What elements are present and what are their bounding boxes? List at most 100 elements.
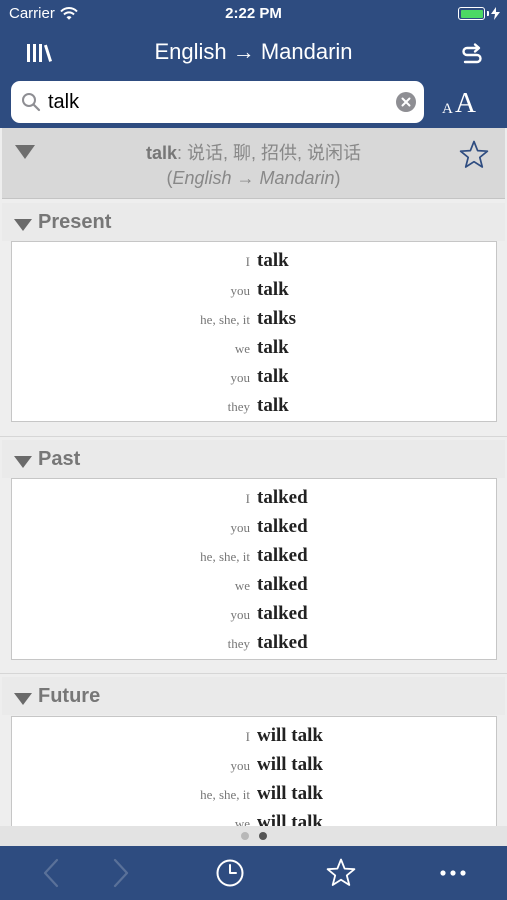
history-button[interactable] xyxy=(214,857,246,889)
paren-close: ) xyxy=(334,168,341,188)
font-size-small-glyph: A xyxy=(442,101,453,117)
verb-form: talk xyxy=(257,337,289,358)
search-input[interactable] xyxy=(48,85,388,119)
back-button[interactable] xyxy=(36,857,68,889)
verb-form: will talk xyxy=(257,783,323,804)
verb-form: talked xyxy=(257,632,308,653)
verb-form: talks xyxy=(257,308,297,329)
history-clock-icon xyxy=(216,859,244,887)
verb-form: will talk xyxy=(257,754,323,775)
pronoun: they xyxy=(227,636,250,651)
status-bar: Carrier 2:22 PM xyxy=(0,0,507,28)
verb-form: talked xyxy=(257,545,308,566)
pronoun: I xyxy=(245,491,250,506)
swap-direction-icon xyxy=(462,43,482,64)
pronoun: we xyxy=(234,578,250,593)
table-row: Italk xyxy=(12,247,496,276)
pronoun: he, she, it xyxy=(200,549,250,564)
verb-form: will talk xyxy=(257,725,323,746)
search-box[interactable] xyxy=(11,81,424,123)
forward-button[interactable] xyxy=(104,857,136,889)
pronoun: I xyxy=(245,729,250,744)
star-outline-icon xyxy=(459,140,489,168)
section-past-table: Italked you talked he, she, it talked we ta… xyxy=(11,478,497,660)
pronoun: we xyxy=(234,816,250,826)
collapse-triangle-icon[interactable] xyxy=(15,145,35,159)
pronoun: we xyxy=(234,341,250,356)
entry-line-1: talk: 说话, 聊, 招供, 说闲话 xyxy=(52,141,455,166)
section-present-label: Present xyxy=(38,211,112,233)
entry-direction: English → Mandarin xyxy=(172,168,335,188)
search-icon xyxy=(22,93,41,112)
entry-content[interactable]: talk: 说话, 聊, 招供, 说闲话 (English → Mandarin… xyxy=(0,128,507,826)
table-row: he, she, it will talk xyxy=(12,780,496,809)
verb-form: talked xyxy=(257,603,308,624)
verb-form: talked xyxy=(257,574,308,595)
table-row: Italked xyxy=(12,484,496,513)
table-row: we talked xyxy=(12,571,496,600)
pronoun: he, she, it xyxy=(200,312,250,327)
clear-icon xyxy=(401,97,411,107)
table-row: we talk xyxy=(12,334,496,363)
table-row: you talked xyxy=(12,600,496,629)
charging-bolt-icon xyxy=(491,7,500,20)
favorite-button[interactable] xyxy=(458,139,490,171)
collapse-triangle-icon[interactable] xyxy=(14,456,32,468)
verb-form: talk xyxy=(257,250,289,271)
collapse-triangle-icon[interactable] xyxy=(14,219,32,231)
forward-arrow-icon xyxy=(113,858,129,888)
status-time: 2:22 PM xyxy=(225,5,282,22)
table-row: he, she, it talked xyxy=(12,542,496,571)
verb-form: talked xyxy=(257,516,308,537)
verb-form: will talk xyxy=(257,812,323,826)
bottom-toolbar xyxy=(0,846,507,900)
table-row: you talked xyxy=(12,513,496,542)
more-button[interactable] xyxy=(437,857,469,889)
verb-form: talked xyxy=(257,487,308,508)
section-present-table: Italk you talk he, she, it talks we talk yo… xyxy=(11,241,497,422)
entry-header[interactable]: talk: 说话, 聊, 招供, 说闲话 (English → Mandarin… xyxy=(2,128,505,199)
section-future-header[interactable]: Future xyxy=(2,677,505,715)
font-size-button[interactable]: A A xyxy=(438,83,488,123)
entry-headword: talk xyxy=(145,143,177,163)
table-row: Iwill talk xyxy=(12,722,496,751)
table-row: they talk xyxy=(12,392,496,421)
page-title: English → Mandarin xyxy=(154,39,353,64)
more-ellipsis-icon xyxy=(440,870,466,876)
pronoun: you xyxy=(230,283,251,298)
section-future-table: Iwill talk you will talk he, she, it will … xyxy=(11,716,497,826)
entry-summary: talk: 说话, 聊, 招供, 说闲话 (English → Mandarin… xyxy=(52,141,455,191)
page-dot-2[interactable] xyxy=(259,832,267,840)
table-row: you will talk xyxy=(12,751,496,780)
swap-direction-button[interactable] xyxy=(459,40,485,66)
pronoun: they xyxy=(227,399,250,414)
pronoun: you xyxy=(230,370,251,385)
navigation-bar: English → Mandarin xyxy=(0,28,507,78)
section-divider xyxy=(0,436,507,437)
pronoun: he, she, it xyxy=(200,787,250,802)
pronoun: I xyxy=(245,254,250,269)
font-size-large-glyph: A xyxy=(455,87,476,119)
table-row: we will talk xyxy=(12,809,496,826)
search-row: A A xyxy=(0,78,507,128)
table-row: they talked xyxy=(12,629,496,658)
battery-icon xyxy=(458,7,500,20)
pronoun: you xyxy=(230,758,251,773)
verb-form: talk xyxy=(257,366,289,387)
back-arrow-icon xyxy=(43,858,59,888)
clear-search-button[interactable] xyxy=(396,92,416,112)
pronoun: you xyxy=(230,520,251,535)
page-indicator[interactable] xyxy=(0,826,507,846)
pronoun: you xyxy=(230,607,251,622)
table-row: you talk xyxy=(12,276,496,305)
favorites-button[interactable] xyxy=(325,857,357,889)
page-dot-1[interactable] xyxy=(241,832,249,840)
collapse-triangle-icon[interactable] xyxy=(14,693,32,705)
section-divider xyxy=(0,673,507,674)
verb-form: talk xyxy=(257,395,289,416)
entry-line-2: (English → Mandarin) xyxy=(52,166,455,191)
section-past-label: Past xyxy=(38,448,81,470)
section-present-header[interactable]: Present xyxy=(2,203,505,241)
section-past-header[interactable]: Past xyxy=(2,440,505,478)
section-future-label: Future xyxy=(38,685,101,707)
